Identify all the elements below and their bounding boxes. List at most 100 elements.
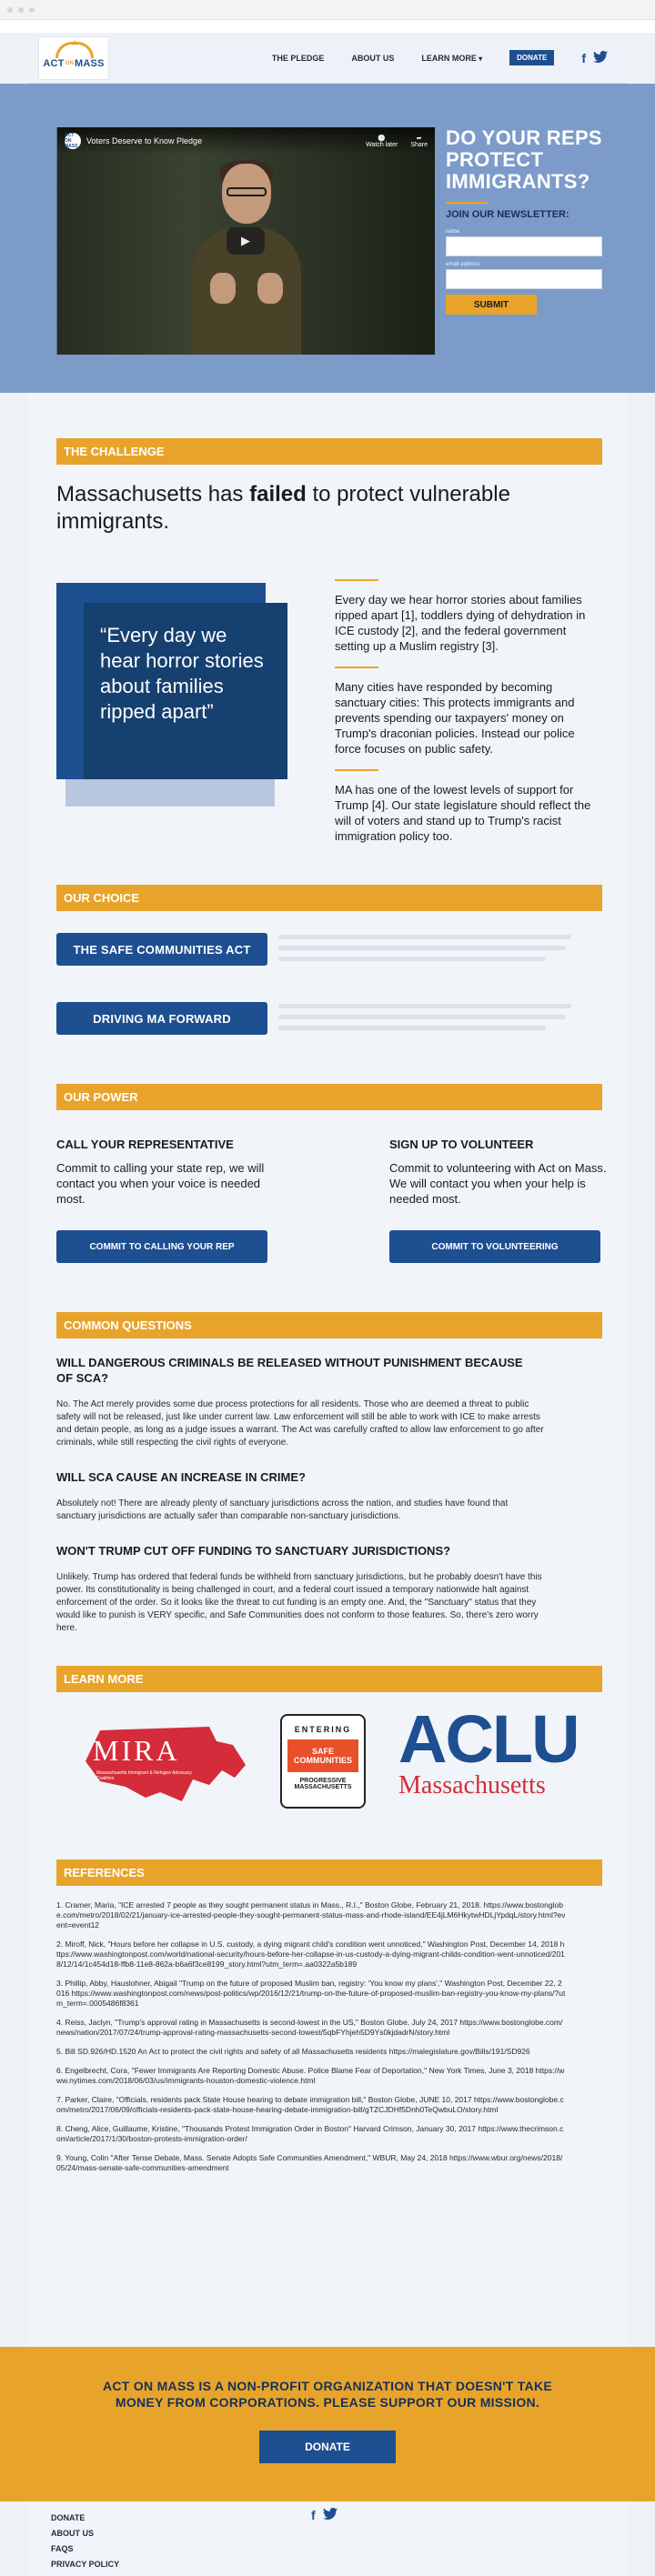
challenge-section: THE CHALLENGE Massachusetts has failed t… xyxy=(27,393,628,863)
nav-link-about[interactable]: ABOUT US xyxy=(351,54,394,63)
twitter-icon[interactable] xyxy=(322,2507,338,2522)
video-player[interactable]: ACT ON MASS Voters Deserve to Know Pledg… xyxy=(56,127,435,355)
challenge-text-column: Every day we hear horror stories about f… xyxy=(335,566,602,844)
logo-text: ACTONMASS xyxy=(43,57,105,69)
mira-logo[interactable]: MIRA Massachusetts Immigrant & Refugee A… xyxy=(73,1714,255,1809)
reference-item[interactable]: 8. Cheng, Alice, Guillaume, Kristine, "T… xyxy=(56,2124,566,2144)
email-input[interactable] xyxy=(446,269,602,289)
nav-link-pledge[interactable]: THE PLEDGE xyxy=(272,54,325,63)
facebook-icon[interactable]: f xyxy=(581,51,586,65)
reference-item[interactable]: 6. Engelbrecht, Cora, "Fewer Immigrants … xyxy=(56,2066,566,2086)
driving-ma-forward-button[interactable]: DRIVING MA FORWARD xyxy=(56,1002,267,1035)
challenge-paragraph: MA has one of the lowest levels of suppo… xyxy=(335,783,591,843)
divider xyxy=(335,667,378,668)
channel-avatar[interactable]: ACT ON MASS xyxy=(65,133,81,149)
faq-question: WILL DANGEROUS CRIMINALS BE RELEASED WIT… xyxy=(56,1356,523,1385)
call-rep-column: CALL YOUR REPRESENTATIVE Commit to calli… xyxy=(56,1138,275,1207)
partner-logos: MIRA Massachusetts Immigrant & Refugee A… xyxy=(56,1692,628,1847)
sca-entering-text: ENTERING xyxy=(294,1725,352,1734)
watch-later-button[interactable]: 🕒 Watch later xyxy=(366,135,398,148)
choice-row: THE SAFE COMMUNITIES ACT xyxy=(56,924,628,989)
reference-item[interactable]: 1. Cramer, Maria, "ICE arrested 7 people… xyxy=(56,1900,566,1930)
video-topbar: ACT ON MASS Voters Deserve to Know Pledg… xyxy=(57,127,435,155)
speaker-glasses xyxy=(227,187,267,196)
hero-headline: DO YOUR REPS PROTECT IMMIGRANTS? xyxy=(446,126,602,193)
learn-section: LEARN MORE MIRA Massachusetts Immigrant … xyxy=(27,1635,628,1847)
window-dot xyxy=(18,6,24,13)
references-list: 1. Cramer, Maria, "ICE arrested 7 people… xyxy=(56,1900,628,2173)
sca-progressive-text: PROGRESSIVE MASSACHUSETTS xyxy=(294,1778,352,1790)
references-section: REFERENCES 1. Cramer, Maria, "ICE arrest… xyxy=(27,1847,628,2173)
faq-section: COMMON QUESTIONS WILL DANGEROUS CRIMINAL… xyxy=(27,1301,628,1635)
share-button[interactable]: ➦ Share xyxy=(410,135,428,148)
speaker-hand xyxy=(210,273,236,304)
sca-name-text: SAFE COMMUNITIES xyxy=(287,1739,358,1772)
site-logo[interactable]: ★ ACTONMASS xyxy=(38,35,109,80)
faq-answer: No. The Act merely provides some due pro… xyxy=(56,1399,544,1448)
speaker-hand xyxy=(257,273,283,304)
reference-item[interactable]: 5. Bill SD.926/HD.1520 An Act to protect… xyxy=(56,2047,566,2057)
faq-question: WILL SCA CAUSE AN INCREASE IN CRIME? xyxy=(56,1470,306,1484)
video-controls: 🕒 Watch later ➦ Share xyxy=(366,135,428,148)
footer-link-faqs[interactable]: FAQS xyxy=(51,2541,119,2557)
mission-statement: ACT ON MASS IS A NON-PROFIT ORGANIZATION… xyxy=(102,2379,553,2410)
challenge-body: “Every day we hear horror stories about … xyxy=(56,536,628,863)
reference-item[interactable]: 3. Phillip, Abby, Hauslohner, Abigail "T… xyxy=(56,1979,566,2009)
footer-cta: ACT ON MASS IS A NON-PROFIT ORGANIZATION… xyxy=(0,2347,655,2501)
window-dot xyxy=(7,6,13,13)
nav-social: f xyxy=(581,50,608,65)
footer-donate-button[interactable]: DONATE xyxy=(259,2431,396,2463)
mira-wordmark: MIRA xyxy=(93,1734,180,1767)
challenge-paragraph: Many cities have responded by becoming s… xyxy=(335,680,575,756)
placeholder-lines xyxy=(278,1004,571,1037)
choice-row: DRIVING MA FORWARD xyxy=(56,993,628,1058)
footer-link-about[interactable]: ABOUT US xyxy=(51,2526,119,2541)
nav-link-learn-more[interactable]: LEARN MORE xyxy=(421,54,482,63)
footer-link-donate[interactable]: DONATE xyxy=(51,2511,119,2526)
page-inner: ★ ACTONMASS THE PLEDGE ABOUT US LEARN MO… xyxy=(0,33,655,2576)
aclu-logo[interactable]: ACLU Massachusetts xyxy=(398,1701,608,1816)
reference-item[interactable]: 9. Young, Colin "After Tense Debate, Mas… xyxy=(56,2153,566,2173)
volunteer-title: SIGN UP TO VOLUNTEER xyxy=(389,1138,534,1151)
footer-links: DONATE ABOUT US FAQS PRIVACY POLICY xyxy=(51,2511,119,2572)
hero: ACT ON MASS Voters Deserve to Know Pledg… xyxy=(0,84,655,393)
call-rep-title: CALL YOUR REPRESENTATIVE xyxy=(56,1138,234,1151)
name-input[interactable] xyxy=(446,236,602,256)
challenge-title: Massachusetts has failed to protect vuln… xyxy=(56,482,510,534)
commit-calling-button[interactable]: COMMIT TO CALLING YOUR REP xyxy=(56,1230,267,1263)
facebook-icon[interactable]: f xyxy=(311,2508,316,2522)
footer-social: f xyxy=(311,2507,338,2522)
power-section: OUR POWER CALL YOUR REPRESENTATIVE Commi… xyxy=(27,1058,628,1301)
call-rep-text: Commit to calling your state rep, we wil… xyxy=(56,1161,265,1206)
hero-side: DO YOUR REPS PROTECT IMMIGRANTS? JOIN OU… xyxy=(446,127,628,315)
footer-link-privacy[interactable]: PRIVACY POLICY xyxy=(51,2557,119,2572)
challenge-paragraph: Every day we hear horror stories about f… xyxy=(335,593,586,653)
commit-volunteering-button[interactable]: COMMIT TO VOLUNTEERING xyxy=(389,1230,600,1263)
power-section-bar: OUR POWER xyxy=(56,1084,602,1110)
faq-answer: Unlikely. Trump has ordered that federal… xyxy=(56,1572,542,1633)
nav-donate-button[interactable]: DONATE xyxy=(509,50,555,65)
faq-question: WON'T TRUMP CUT OFF FUNDING TO SANCTUARY… xyxy=(56,1544,451,1558)
reference-item[interactable]: 4. Reiss, Jaclyn, "Trump's approval rati… xyxy=(56,2018,566,2038)
name-label: name xyxy=(446,229,460,235)
video-speaker xyxy=(192,160,301,355)
browser-chrome xyxy=(0,0,655,20)
logo-star-icon: ★ xyxy=(71,37,79,47)
aclu-wordmark: ACLU xyxy=(398,1701,580,1777)
video-title[interactable]: Voters Deserve to Know Pledge xyxy=(86,136,202,145)
divider xyxy=(446,202,488,204)
safe-communities-button[interactable]: THE SAFE COMMUNITIES ACT xyxy=(56,933,267,966)
faq-answer: Absolutely not! There are already plenty… xyxy=(56,1498,509,1521)
reference-item[interactable]: 7. Parker, Claire, "Officials, residents… xyxy=(56,2095,566,2115)
play-button-icon[interactable]: ▶ xyxy=(227,227,265,255)
newsletter-heading: JOIN OUR NEWSLETTER: xyxy=(446,209,569,220)
faq-section-bar: COMMON QUESTIONS xyxy=(56,1312,602,1338)
reference-item[interactable]: 2. Miroff, Nick, "Hours before her colla… xyxy=(56,1940,566,1970)
twitter-icon[interactable] xyxy=(593,50,608,65)
submit-button[interactable]: SUBMIT xyxy=(446,295,537,315)
safe-communities-logo[interactable]: ENTERING SAFE COMMUNITIES PROGRESSIVE MA… xyxy=(280,1714,366,1809)
volunteer-column: SIGN UP TO VOLUNTEER Commit to volunteer… xyxy=(389,1138,608,1207)
divider xyxy=(335,769,378,771)
top-nav: ★ ACTONMASS THE PLEDGE ABOUT US LEARN MO… xyxy=(27,33,628,84)
choice-section: OUR CHOICE THE SAFE COMMUNITIES ACT DRIV… xyxy=(27,863,628,1058)
